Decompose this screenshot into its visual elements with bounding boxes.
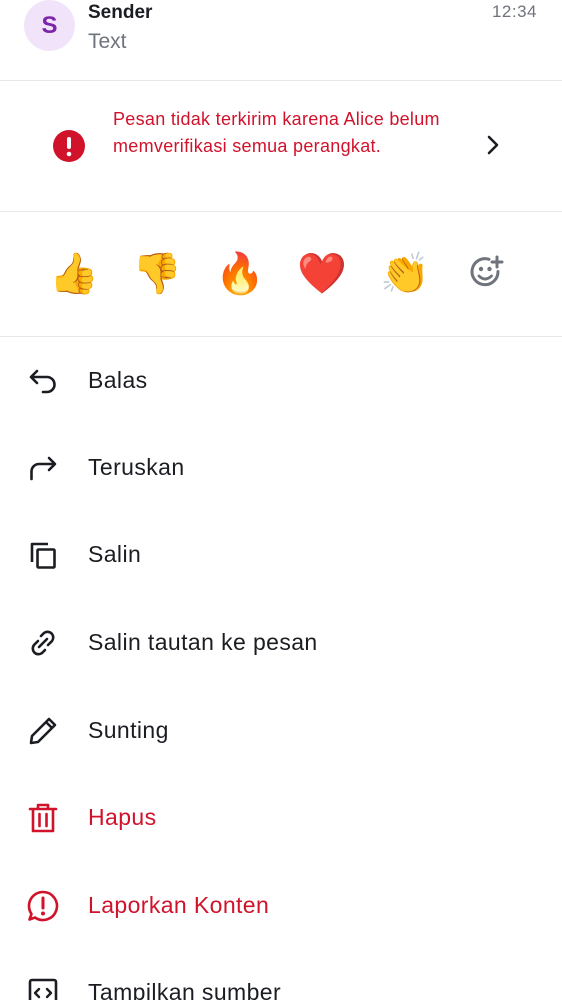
link-icon [31,630,55,656]
menu-label-copy-link: Salin tautan ke pesan [88,629,318,655]
pencil-icon [29,717,57,745]
reaction-heart[interactable]: ❤️ [297,249,347,299]
warning-text: Pesan tidak terkirim karena Alice belum … [113,109,440,156]
message-header: S Sender Text 12:34 [0,0,562,81]
forward-icon [30,456,57,481]
menu-label-edit: Sunting [88,717,169,743]
sender-name: Sender [88,2,153,23]
menu-label-delete: Hapus [88,804,157,830]
menu-label-report: Laporkan Konten [88,892,270,918]
avatar[interactable]: S [24,0,75,51]
copy-icon [30,542,56,569]
reaction-thumbs-up[interactable]: 👍 [49,249,99,299]
chevron-right-icon [487,135,499,155]
menu-item-edit[interactable]: Sunting [0,688,562,775]
menu-label-reply: Balas [88,367,148,393]
report-icon [27,890,59,922]
unsent-warning[interactable]: Pesan tidak terkirim karena Alice belum … [0,81,562,212]
menu-label-copy: Salin [88,541,142,567]
menu-item-forward[interactable]: Teruskan [0,425,562,512]
menu-label-view-source: Tampilkan sumber [88,979,282,1000]
menu-item-reply[interactable]: Balas [0,338,562,425]
menu-item-copy[interactable]: Salin [0,512,562,599]
add-reaction-icon[interactable] [467,252,507,292]
code-icon [28,978,58,1000]
menu-item-copy-link[interactable]: Salin tautan ke pesan [0,600,562,687]
message-time: 12:34 [491,2,537,21]
reaction-thumbs-down[interactable]: 👎 [132,249,182,299]
reaction-clap[interactable]: 👏 [380,249,430,299]
reaction-fire[interactable]: 🔥 [215,249,265,299]
trash-icon [28,803,58,833]
alert-circle-icon [53,130,85,162]
menu-label-forward: Teruskan [88,454,185,480]
reply-icon [29,369,56,394]
reaction-bar: 👍 👎 🔥 ❤️ 👏 [0,212,562,337]
menu-item-view-source[interactable]: Tampilkan sumber [0,950,562,1000]
menu-item-delete[interactable]: Hapus [0,775,562,862]
message-preview: Text [88,30,127,53]
menu-item-report[interactable]: Laporkan Konten [0,863,562,950]
